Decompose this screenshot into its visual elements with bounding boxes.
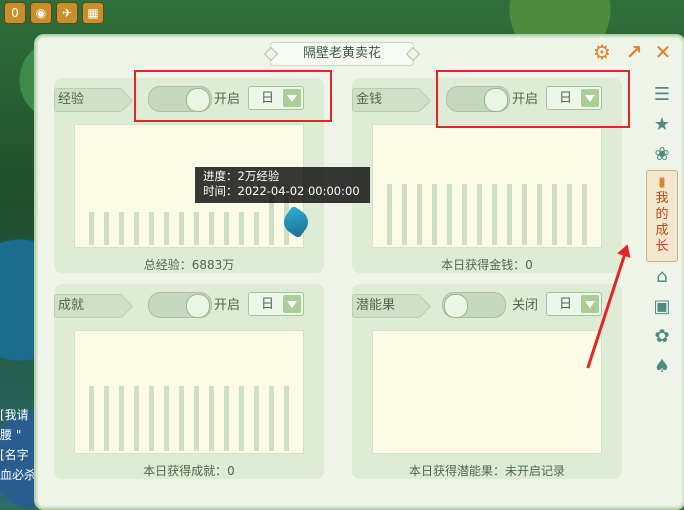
chart-bar[interactable] — [119, 212, 124, 245]
chart-bar[interactable] — [239, 386, 244, 451]
card-caption: 本日获得潜能果：未开启记录 — [408, 464, 565, 478]
card-tag: 潜能果 — [352, 294, 421, 318]
shirt-icon[interactable]: ♠ — [646, 352, 678, 382]
chart-bar[interactable] — [284, 386, 289, 451]
chart-bar[interactable] — [567, 184, 572, 245]
tooltip-time: 时间：2022-04-02 00:00:00 — [203, 184, 360, 198]
period-select[interactable]: 日 — [248, 292, 304, 316]
top-icon-4[interactable]: ▦ — [82, 2, 104, 24]
box-icon[interactable]: ▣ — [646, 292, 678, 322]
settings-icon[interactable]: ⚙ — [590, 40, 614, 64]
palette-icon[interactable]: ✿ — [646, 322, 678, 352]
chart-area — [372, 330, 602, 454]
chart-bar[interactable] — [269, 386, 274, 451]
chart-bar[interactable] — [179, 386, 184, 451]
top-icon-3[interactable]: ✈ — [56, 2, 78, 24]
game-topbar: 0 ◉ ✈ ▦ — [0, 0, 118, 32]
chat-icon[interactable]: ☰ — [646, 80, 678, 110]
card-achievement: 成就 开启 日 本日获得成就：0 — [54, 284, 324, 479]
chart-bar[interactable] — [432, 184, 437, 245]
tab-my-growth[interactable]: ▮ 我的成长 — [646, 170, 678, 262]
chart-bar[interactable] — [462, 184, 467, 245]
chart-bar[interactable] — [209, 386, 214, 451]
chart-bar[interactable] — [89, 386, 94, 451]
highlight-box — [436, 70, 630, 128]
chart-bar[interactable] — [239, 212, 244, 245]
chart-bar[interactable] — [224, 212, 229, 245]
record-toggle[interactable] — [442, 292, 506, 318]
bar-group — [89, 329, 289, 451]
card-potential-fruit: 潜能果 关闭 日 本日获得潜能果：未开启记录 — [352, 284, 622, 479]
toggle-label: 关闭 — [512, 298, 539, 313]
chart-bar[interactable] — [194, 386, 199, 451]
side-nav: ☰ ★ ❀ ▮ 我的成长 ⌂ ▣ ✿ ♠ — [646, 80, 678, 382]
chart-bar[interactable] — [582, 184, 587, 245]
chart-bar[interactable] — [119, 386, 124, 451]
panel-title: 隔壁老黄卖花 — [270, 42, 414, 66]
chart-area — [74, 330, 304, 454]
chart-bar[interactable] — [254, 386, 259, 451]
chevron-down-icon[interactable] — [283, 295, 301, 313]
chart-bar[interactable] — [387, 184, 392, 245]
chart-bar[interactable] — [164, 212, 169, 245]
card-tag: 经验 — [54, 88, 123, 112]
tab-label: 我的成长 — [655, 191, 669, 254]
chart-bar[interactable] — [507, 184, 512, 245]
chart-bar[interactable] — [89, 212, 94, 245]
chart-bar[interactable] — [209, 212, 214, 245]
chart-bar[interactable] — [417, 184, 422, 245]
card-caption: 本日获得金钱：0 — [441, 258, 533, 272]
star-icon[interactable]: ★ — [646, 110, 678, 140]
chart-bar[interactable] — [134, 386, 139, 451]
close-icon[interactable]: ✕ — [651, 40, 675, 64]
bar-group — [387, 123, 587, 245]
chart-bar[interactable] — [537, 184, 542, 245]
top-icon-2[interactable]: ◉ — [30, 2, 52, 24]
chart-bar[interactable] — [104, 386, 109, 451]
chevron-down-icon[interactable] — [581, 295, 599, 313]
chart-bar[interactable] — [447, 184, 452, 245]
chart-bar[interactable] — [134, 212, 139, 245]
progress-tooltip: 进度：2万经验 时间：2022-04-02 00:00:00 — [195, 167, 370, 203]
chart-bar[interactable] — [522, 184, 527, 245]
chart-bar[interactable] — [492, 184, 497, 245]
card-caption: 总经验：6883万 — [143, 258, 235, 272]
tooltip-progress: 进度：2万经验 — [203, 169, 280, 183]
highlight-box — [134, 70, 332, 122]
chart-bar[interactable] — [224, 386, 229, 451]
card-caption: 本日获得成就：0 — [143, 464, 235, 478]
chart-bar[interactable] — [477, 184, 482, 245]
record-toggle[interactable] — [148, 292, 212, 318]
chart-bar[interactable] — [179, 212, 184, 245]
chart-bar[interactable] — [164, 386, 169, 451]
chart-bar[interactable] — [149, 386, 154, 451]
chart-bar[interactable] — [254, 212, 259, 245]
card-tag: 金钱 — [352, 88, 421, 112]
chart-bar[interactable] — [149, 212, 154, 245]
bar-group — [387, 329, 587, 451]
chart-bar[interactable] — [104, 212, 109, 245]
chart-area — [372, 124, 602, 248]
card-tag: 成就 — [54, 294, 123, 318]
toggle-label: 开启 — [214, 298, 241, 313]
chart-bar[interactable] — [194, 212, 199, 245]
top-icon-1[interactable]: 0 — [4, 2, 26, 24]
chart-bar[interactable] — [402, 184, 407, 245]
bars-icon: ▮ — [658, 175, 666, 190]
period-select[interactable]: 日 — [546, 292, 602, 316]
popout-icon[interactable]: ↗ — [622, 40, 646, 64]
chart-bar[interactable] — [552, 184, 557, 245]
paw-icon[interactable]: ❀ — [646, 140, 678, 170]
home-icon[interactable]: ⌂ — [646, 262, 678, 292]
